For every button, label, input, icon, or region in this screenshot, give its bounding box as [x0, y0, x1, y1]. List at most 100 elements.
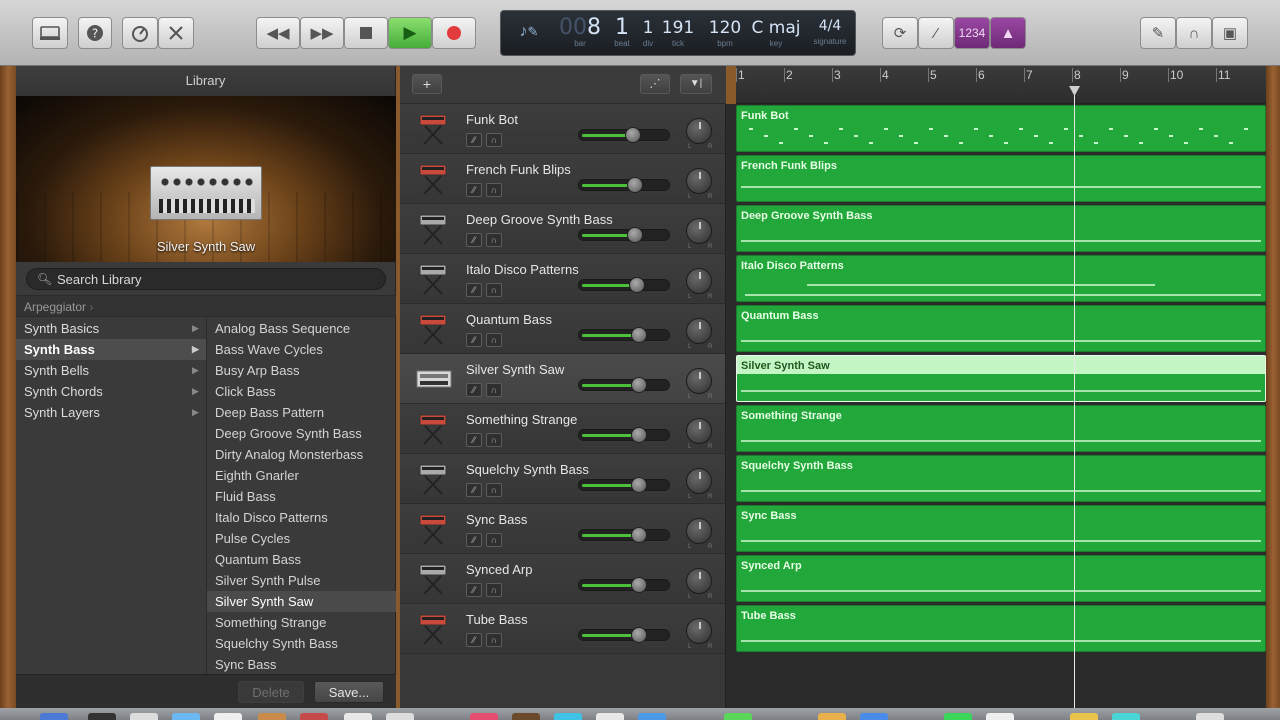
volume-knob[interactable] [629, 277, 645, 293]
category-item[interactable]: Synth Basics ▶ [16, 318, 206, 339]
track-header[interactable]: French Funk Blips ⁄⁄ ∩ L R [400, 154, 725, 204]
mute-button[interactable]: ⁄⁄ [466, 533, 482, 547]
patch-item[interactable]: Silver Synth Pulse [207, 570, 396, 591]
help-button[interactable]: ? [78, 17, 112, 49]
search-library-field[interactable]: 🔍︎ Search Library [26, 268, 386, 290]
solo-button[interactable]: ∩ [486, 383, 502, 397]
catch-button[interactable]: ▼| [680, 74, 712, 94]
pan-knob[interactable] [686, 418, 712, 444]
mute-button[interactable]: ⁄⁄ [466, 283, 482, 297]
track-name[interactable]: Squelchy Synth Bass [466, 462, 589, 477]
track-name[interactable]: Quantum Bass [466, 312, 552, 327]
track-header[interactable]: Synced Arp ⁄⁄ ∩ L R [400, 554, 725, 604]
delete-button[interactable]: Delete [238, 681, 304, 703]
media-browser-button[interactable]: ▣ [1212, 17, 1248, 49]
volume-knob[interactable] [631, 427, 647, 443]
track-header[interactable]: Squelchy Synth Bass ⁄⁄ ∩ L R [400, 454, 725, 504]
patch-item[interactable]: Busy Arp Bass [207, 360, 396, 381]
patch-item[interactable]: Sync Bass [207, 654, 396, 674]
volume-knob[interactable] [627, 177, 643, 193]
pan-knob[interactable] [686, 568, 712, 594]
pan-knob[interactable] [686, 168, 712, 194]
solo-button[interactable]: ∩ [486, 583, 502, 597]
track-header[interactable]: Silver Synth Saw ⁄⁄ ∩ L R [400, 354, 725, 404]
patch-item[interactable]: Italo Disco Patterns [207, 507, 396, 528]
track-name[interactable]: French Funk Blips [466, 162, 571, 177]
category-item[interactable]: Synth Layers ▶ [16, 402, 206, 423]
track-name[interactable]: Synced Arp [466, 562, 533, 577]
volume-knob[interactable] [625, 127, 641, 143]
timeline-ruler[interactable]: 1 2 3 4 5 6 7 8 9 10 11 [736, 66, 1266, 104]
add-track-button[interactable]: + [412, 74, 442, 94]
solo-button[interactable]: ∩ [486, 133, 502, 147]
volume-knob[interactable] [631, 577, 647, 593]
pan-knob[interactable] [686, 218, 712, 244]
volume-slider[interactable] [578, 427, 670, 443]
mute-button[interactable]: ⁄⁄ [466, 133, 482, 147]
cycle-button[interactable]: ⟳ [882, 17, 918, 49]
volume-knob[interactable] [631, 377, 647, 393]
track-name[interactable]: Something Strange [466, 412, 577, 427]
note-pad-button[interactable]: ✎ [1140, 17, 1176, 49]
count-in-button[interactable]: 1234 [954, 17, 990, 49]
solo-button[interactable]: ∩ [486, 533, 502, 547]
patch-item[interactable]: Quantum Bass [207, 549, 396, 570]
volume-slider[interactable] [578, 227, 670, 243]
volume-slider[interactable] [578, 127, 670, 143]
track-name[interactable]: Italo Disco Patterns [466, 262, 579, 277]
midi-region[interactable]: Squelchy Synth Bass [736, 455, 1266, 502]
play-button[interactable]: ▶ [388, 17, 432, 49]
track-header[interactable]: Sync Bass ⁄⁄ ∩ L R [400, 504, 725, 554]
stop-button[interactable] [344, 17, 388, 49]
lcd-display[interactable]: ♪✎ 008 bar 1 beat 1 div 191 tick 120 bpm C m… [500, 10, 856, 56]
midi-region[interactable]: Deep Groove Synth Bass [736, 205, 1266, 252]
patch-item[interactable]: Eighth Gnarler [207, 465, 396, 486]
midi-region[interactable]: Silver Synth Saw [736, 355, 1266, 402]
record-button[interactable] [432, 17, 476, 49]
metronome-button[interactable]: ▲ [990, 17, 1026, 49]
solo-button[interactable]: ∩ [486, 333, 502, 347]
midi-region[interactable]: Sync Bass [736, 505, 1266, 552]
track-header[interactable]: Funk Bot ⁄⁄ ∩ L R [400, 104, 725, 154]
pan-knob[interactable] [686, 118, 712, 144]
category-item[interactable]: Synth Chords ▶ [16, 381, 206, 402]
mute-button[interactable]: ⁄⁄ [466, 233, 482, 247]
volume-knob[interactable] [631, 327, 647, 343]
category-item[interactable]: Synth Bells ▶ [16, 360, 206, 381]
solo-button[interactable]: ∩ [486, 283, 502, 297]
automation-button[interactable]: ⋰ [640, 74, 670, 94]
volume-slider[interactable] [578, 627, 670, 643]
tuner-button[interactable]: ⁄ [918, 17, 954, 49]
volume-knob[interactable] [627, 227, 643, 243]
volume-slider[interactable] [578, 277, 670, 293]
patch-item[interactable]: Click Bass [207, 381, 396, 402]
category-item[interactable]: Synth Bass ▶ [16, 339, 206, 360]
mute-button[interactable]: ⁄⁄ [466, 633, 482, 647]
playhead[interactable] [1074, 86, 1075, 708]
mute-button[interactable]: ⁄⁄ [466, 483, 482, 497]
solo-button[interactable]: ∩ [486, 433, 502, 447]
volume-slider[interactable] [578, 527, 670, 543]
track-header[interactable]: Italo Disco Patterns ⁄⁄ ∩ L R [400, 254, 725, 304]
pan-knob[interactable] [686, 268, 712, 294]
fast-forward-button[interactable]: ▶▶ [300, 17, 344, 49]
volume-knob[interactable] [631, 527, 647, 543]
rewind-button[interactable]: ◀◀ [256, 17, 300, 49]
volume-slider[interactable] [578, 377, 670, 393]
solo-button[interactable]: ∩ [486, 233, 502, 247]
track-name[interactable]: Tube Bass [466, 612, 528, 627]
mute-button[interactable]: ⁄⁄ [466, 333, 482, 347]
pan-knob[interactable] [686, 618, 712, 644]
pan-knob[interactable] [686, 368, 712, 394]
volume-slider[interactable] [578, 577, 670, 593]
volume-slider[interactable] [578, 177, 670, 193]
midi-region[interactable]: Something Strange [736, 405, 1266, 452]
volume-knob[interactable] [631, 477, 647, 493]
patch-item[interactable]: Something Strange [207, 612, 396, 633]
midi-region[interactable]: Funk Bot [736, 105, 1266, 152]
midi-region[interactable]: Italo Disco Patterns [736, 255, 1266, 302]
track-name[interactable]: Funk Bot [466, 112, 518, 127]
track-name[interactable]: Silver Synth Saw [466, 362, 564, 377]
lcd-time-signature[interactable]: 4/4 signature [805, 15, 855, 47]
patch-item[interactable]: Squelchy Synth Bass [207, 633, 396, 654]
